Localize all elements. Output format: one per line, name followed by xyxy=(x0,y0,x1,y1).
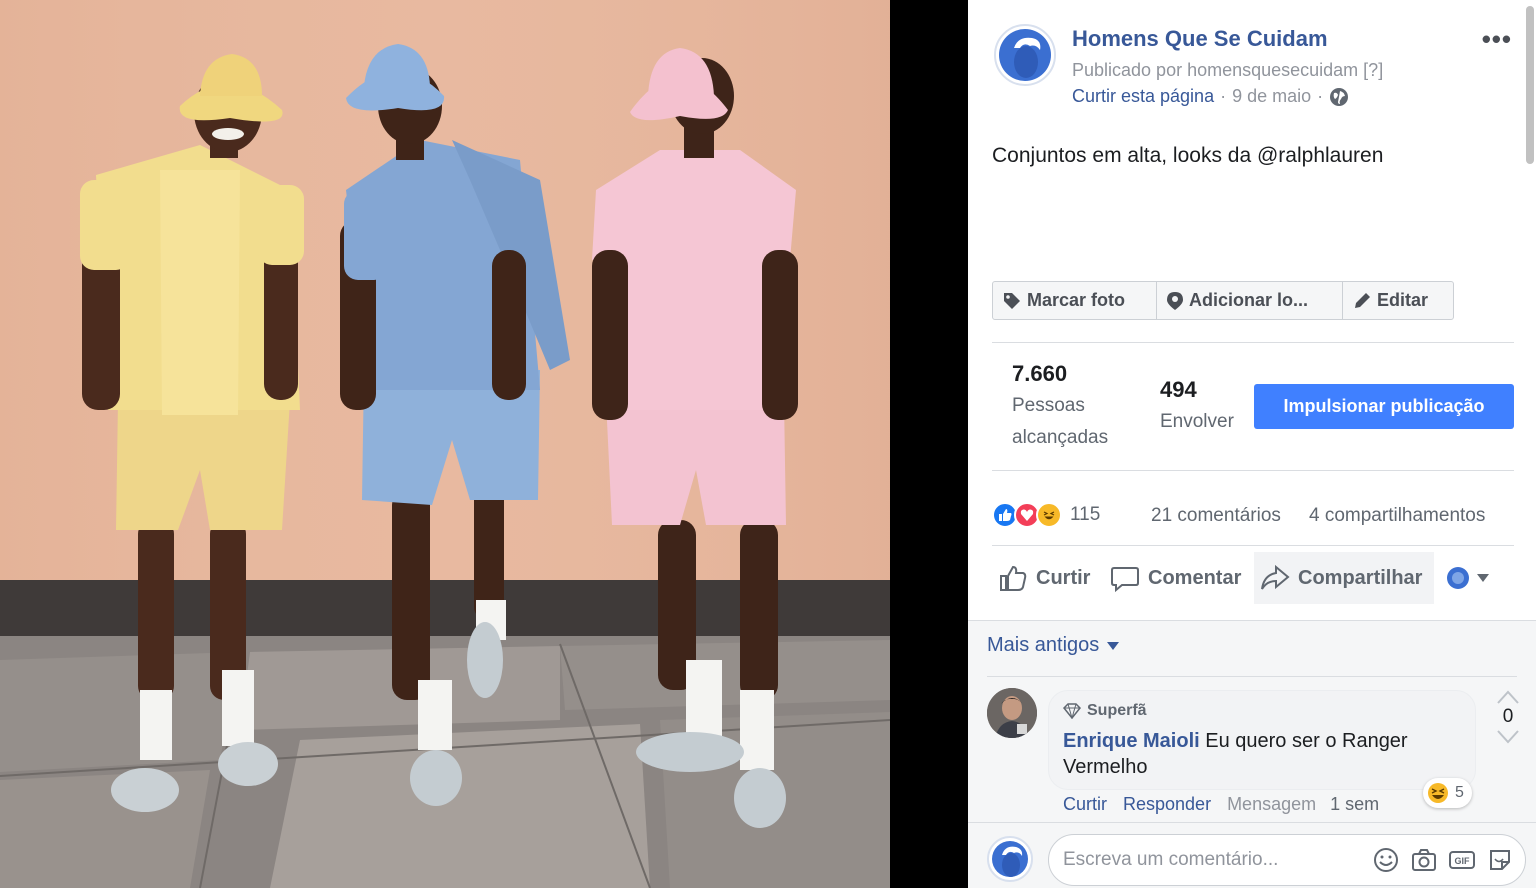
commenter-avatar[interactable] xyxy=(987,688,1037,738)
photo-tools: Marcar foto Adicionar lo... Editar xyxy=(992,281,1454,320)
reaction-count[interactable]: 115 xyxy=(1070,504,1100,526)
location-pin-icon xyxy=(1167,291,1183,310)
photo-viewer: Homens Que Se Cuidam Publicado por homen… xyxy=(0,0,1536,888)
audience-selector[interactable] xyxy=(1446,566,1490,590)
add-location-button[interactable]: Adicionar lo... xyxy=(1157,282,1343,319)
more-dots-icon[interactable]: ••• xyxy=(1482,24,1512,55)
divider xyxy=(992,545,1514,546)
comment-icon xyxy=(1111,567,1139,593)
thumbs-up-icon xyxy=(1000,565,1027,591)
sticker-icon[interactable] xyxy=(1487,847,1513,873)
post-actions: Curtir Comentar Compartilhar xyxy=(992,552,1434,604)
divider xyxy=(968,620,1536,621)
comment-body: Enrique Maioli Eu quero ser o Ranger Ver… xyxy=(1063,728,1463,780)
svg-text:GIF: GIF xyxy=(1455,856,1471,866)
engagement-label: Envolver xyxy=(1160,411,1234,432)
comment-author[interactable]: Enrique Maioli xyxy=(1063,730,1200,752)
comment-message-link[interactable]: Mensagem xyxy=(1227,794,1316,815)
post-date[interactable]: 9 de maio xyxy=(1232,86,1311,107)
dropdown-caret-icon xyxy=(1107,641,1120,650)
haha-reaction-icon xyxy=(1036,502,1062,528)
photo-illustration xyxy=(0,0,890,888)
camera-icon[interactable] xyxy=(1411,847,1437,873)
boost-post-button[interactable]: Impulsionar publicação xyxy=(1254,384,1514,429)
avatar-logo-icon xyxy=(1002,846,1023,877)
downvote-icon[interactable] xyxy=(1497,730,1519,744)
haha-reaction-icon xyxy=(1428,783,1448,803)
post-photo[interactable] xyxy=(0,0,890,888)
tag-icon xyxy=(1004,292,1020,309)
comment-vote: 0 xyxy=(1496,690,1520,744)
meta-separator: · xyxy=(1220,86,1227,106)
page-name[interactable]: Homens Que Se Cuidam xyxy=(1072,26,1328,52)
post-meta: Curtir esta página · 9 de maio · xyxy=(1072,86,1349,107)
reaction-summary[interactable]: 115 xyxy=(992,502,1100,528)
divider xyxy=(987,676,1517,677)
top-fan-badge[interactable]: Superfã xyxy=(1063,702,1147,720)
add-location-label: Adicionar lo... xyxy=(1189,290,1309,310)
share-count-link[interactable]: 4 compartilhamentos xyxy=(1309,505,1485,527)
scrollbar[interactable] xyxy=(1526,6,1534,164)
comment-sort-dropdown[interactable]: Mais antigos xyxy=(987,634,1120,657)
divider xyxy=(992,470,1514,471)
composer-tools: GIF xyxy=(1373,847,1513,873)
comment-reply-link[interactable]: Responder xyxy=(1123,794,1211,815)
upvote-icon[interactable] xyxy=(1497,690,1519,704)
gif-icon[interactable]: GIF xyxy=(1449,847,1475,873)
tag-photo-button[interactable]: Marcar foto xyxy=(993,282,1157,319)
fan-badge-label: Superfã xyxy=(1087,702,1147,719)
pencil-icon xyxy=(1355,292,1370,308)
like-page-link[interactable]: Curtir esta página xyxy=(1072,86,1214,107)
meta-separator: · xyxy=(1317,86,1324,106)
dropdown-caret-icon xyxy=(1477,574,1489,582)
tag-photo-label: Marcar foto xyxy=(1027,290,1126,310)
reach-label-line2: alcançadas xyxy=(1012,427,1109,448)
engagement-value: 494 xyxy=(1160,377,1197,402)
vote-count: 0 xyxy=(1502,706,1514,727)
like-button[interactable]: Curtir xyxy=(992,552,1104,604)
comment-like-link[interactable]: Curtir xyxy=(1063,794,1107,815)
comment-actions: Curtir Responder Mensagem 1 sem xyxy=(1063,794,1379,815)
edit-button[interactable]: Editar xyxy=(1343,282,1453,319)
comment-timestamp[interactable]: 1 sem xyxy=(1330,794,1379,815)
comment-reaction-count: 5 xyxy=(1455,784,1464,801)
post-side-panel: Homens Que Se Cuidam Publicado por homen… xyxy=(968,0,1536,888)
reach-value: 7.660 xyxy=(1012,361,1068,386)
share-label: Compartilhar xyxy=(1298,566,1423,589)
page-avatar[interactable] xyxy=(994,24,1056,86)
reach-label-line1: Pessoas xyxy=(1012,395,1085,416)
published-by: Publicado por homensquesecuidam [?] xyxy=(1072,60,1384,80)
diamond-icon xyxy=(1063,703,1081,719)
comment-reaction-summary[interactable]: 5 xyxy=(1423,778,1472,808)
share-button[interactable]: Compartilhar xyxy=(1254,552,1434,604)
avatar-logo-icon xyxy=(1014,37,1041,78)
globe-icon[interactable] xyxy=(1329,87,1349,107)
edit-label: Editar xyxy=(1377,290,1429,310)
comment-label: Comentar xyxy=(1148,566,1242,589)
comment-button[interactable]: Comentar xyxy=(1104,552,1254,604)
photo-letterbox xyxy=(890,0,968,888)
comment-input-box[interactable]: GIF xyxy=(1048,834,1526,886)
comment-sort-label: Mais antigos xyxy=(987,634,1100,656)
divider xyxy=(992,342,1514,343)
comment-input[interactable] xyxy=(1063,847,1363,873)
composer-avatar[interactable] xyxy=(987,836,1033,882)
audience-icon xyxy=(1447,567,1469,589)
emoji-icon[interactable] xyxy=(1373,847,1399,873)
post-caption: Conjuntos em alta, looks da @ralphlauren xyxy=(992,144,1384,167)
comment-count-link[interactable]: 21 comentários xyxy=(1151,505,1281,527)
like-label: Curtir xyxy=(1036,566,1091,589)
share-icon xyxy=(1261,564,1290,590)
